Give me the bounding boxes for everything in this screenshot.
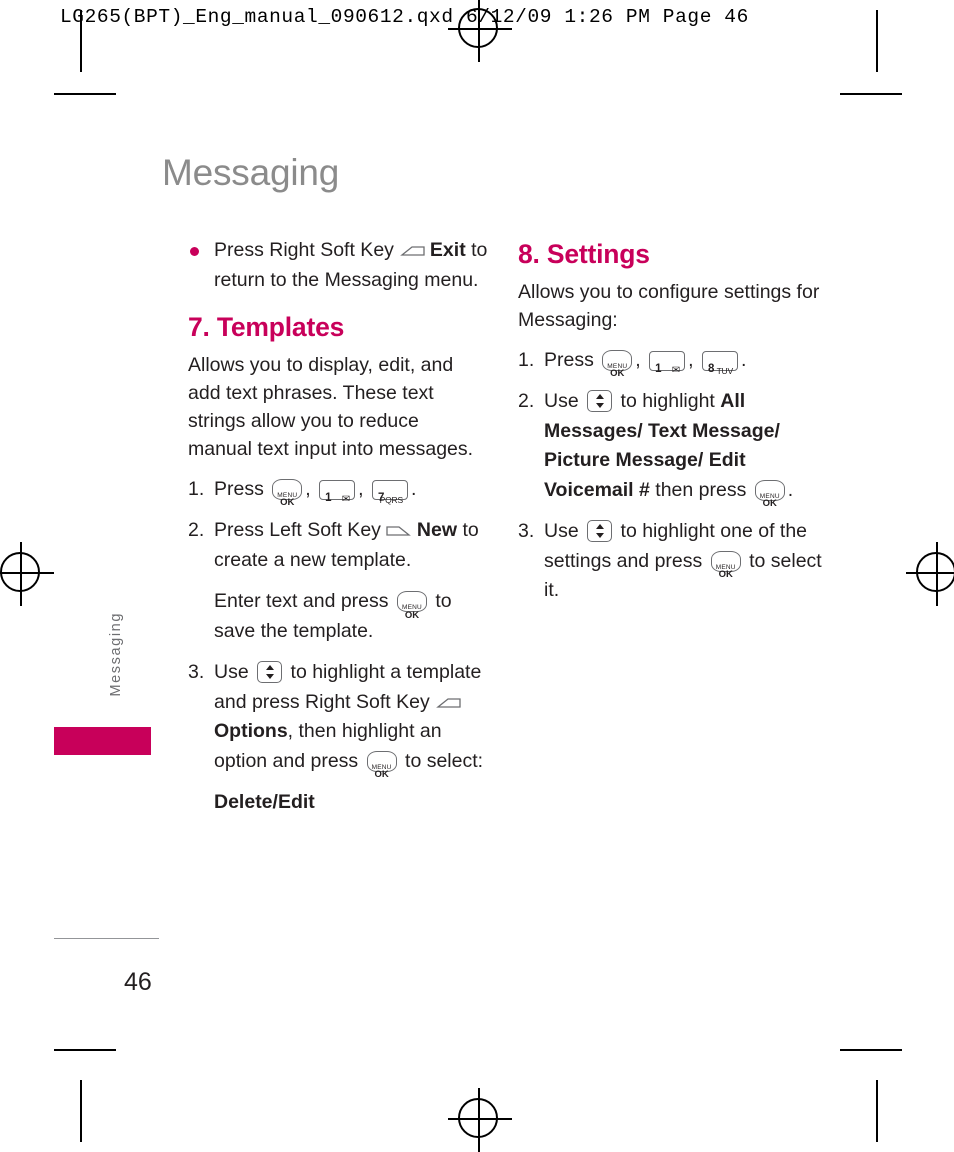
menu-ok-line2: OK [610,368,625,379]
print-header-text: LG265(BPT)_Eng_manual_090612.qxd 6/12/09… [60,6,749,28]
crop-mark-bottom-right-horizontal [840,1049,902,1051]
registration-mark-bottom [448,1088,512,1152]
page-number: 46 [124,968,152,996]
crop-mark-top-left-horizontal [54,93,116,95]
step-number: 1. [518,348,535,371]
section-heading-templates: 7. Templates [188,312,345,342]
footer-divider [54,938,159,939]
bullet-bold-exit: Exit [429,239,466,261]
left-soft-key-icon [384,523,413,539]
nav-up-down-key-icon [587,390,613,412]
bullet-exit-note: Press Right Soft Key Exit to return to th… [188,236,488,295]
key-7-letters: PQRS [379,494,403,505]
step-text: Use [544,390,579,412]
step-number: 3. [188,661,205,683]
templates-step-3: 3. Use to highlight a template and press… [188,658,488,780]
step-text: Press [544,348,594,371]
step-number: 1. [188,477,205,500]
right-column: 8. Settings Allows you to configure sett… [518,230,838,618]
step-text-after: . [410,477,417,500]
step-text-after: then press [655,478,747,501]
step-text-end: to select: [405,749,484,772]
menu-ok-key-icon: MENU OK [602,349,633,379]
settings-step-2: 2. Use to highlight All Messages/ Text M… [518,387,838,509]
nav-up-down-key-icon [257,661,283,683]
step-text-after: . [740,348,747,371]
menu-ok-key-icon: MENU OK [754,479,785,509]
step-number: 2. [188,519,205,541]
key-1-symbol: ✉ [671,364,681,376]
step-text: Press [214,477,264,500]
menu-ok-line2: OK [762,498,777,509]
step-text-end: . [787,478,794,501]
side-tab-label: Messaging [108,612,124,697]
option-delete-edit: Delete/Edit [214,791,315,813]
templates-intro: Allows you to display, edit, and add tex… [188,353,474,460]
key-8-letters: TUV [716,365,734,376]
menu-ok-key-icon: MENU OK [710,550,741,580]
key-8-digit: 8 [707,362,715,375]
step-text: Press Left Soft Key [214,519,381,541]
menu-ok-line2: OK [404,609,420,621]
settings-step-1: 1. Press MENU OK , 1 ✉ , 8 TUV . [518,346,838,380]
templates-step-2-continuation: Enter text and press MENU OK to save the… [188,587,488,646]
bullet-dot-icon [190,247,199,256]
menu-ok-line2: OK [374,769,389,780]
templates-step-1: 1. Press MENU OK , 1 ✉ , 7 PQRS . [188,475,488,509]
key-7-pqrs-icon: 7 PQRS [371,479,408,505]
section-heading-settings: 8. Settings [518,239,650,269]
menu-ok-key-icon: MENU OK [396,591,427,621]
nav-down-arrow-icon [595,403,604,408]
key-1-digit: 1 [325,491,332,504]
cont-text-before: Enter text and press [214,590,389,612]
settings-intro: Allows you to configure settings for Mes… [518,280,820,331]
step-number: 3. [518,520,535,542]
registration-mark-left [0,542,54,606]
right-soft-key-icon [433,694,462,711]
page-title: Messaging [162,152,340,193]
bullet-text-before: Press Right Soft Key [214,239,394,261]
step-text: Use [214,661,249,683]
menu-ok-line2: OK [280,497,295,508]
nav-up-down-key-icon [587,520,613,542]
key-1-symbol: ✉ [341,493,351,505]
right-soft-key-icon [397,243,426,259]
menu-ok-key-icon: MENU OK [366,750,397,780]
step-bold-new: New [416,519,458,541]
registration-mark-right [906,542,954,606]
crop-mark-bottom-left-horizontal [54,1049,116,1051]
step-bold-options: Options [214,720,288,742]
nav-up-arrow-icon [595,524,604,529]
step-number: 2. [518,390,535,412]
menu-ok-line2: OK [718,569,733,580]
menu-ok-key-icon: MENU OK [272,478,303,508]
key-1-envelope-icon: 1 ✉ [649,350,686,376]
settings-step-3: 3. Use to highlight one of the settings … [518,517,838,606]
key-1-envelope-icon: 1 ✉ [319,479,356,505]
templates-options-list: Delete/Edit [188,788,488,818]
key-1-digit: 1 [655,362,662,375]
key-8-tuv-icon: 8 TUV [701,350,738,376]
step-text-mid: to highlight [620,390,715,412]
crop-mark-bottom-left-vertical [80,1080,82,1142]
crop-mark-bottom-right-vertical [876,1080,878,1142]
left-column: Press Right Soft Key Exit to return to th… [188,236,488,830]
nav-down-arrow-icon [265,674,274,679]
nav-down-arrow-icon [595,533,604,538]
nav-up-arrow-icon [595,394,604,399]
nav-up-arrow-icon [265,665,274,670]
side-tab-marker [54,727,151,755]
templates-step-2: 2. Press Left Soft Key New to create a ne… [188,516,488,575]
step-text: Use [544,520,579,542]
crop-mark-top-right-horizontal [840,93,902,95]
